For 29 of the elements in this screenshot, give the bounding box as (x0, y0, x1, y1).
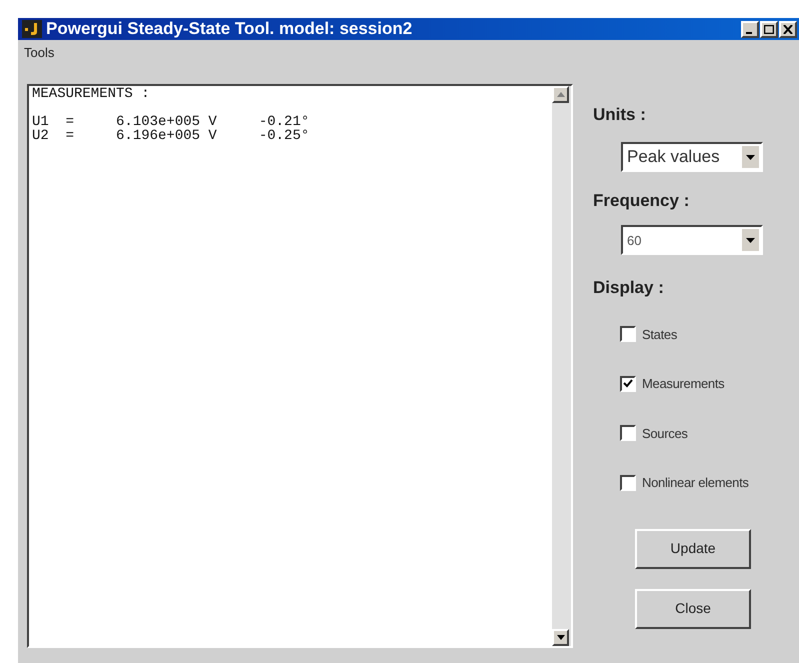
checkbox-label[interactable]: Measurements (642, 374, 724, 394)
units-label: Units : (593, 104, 647, 126)
checkbox-label[interactable]: States (642, 324, 678, 344)
checkbox[interactable] (620, 326, 636, 342)
checkbox-label[interactable]: Nonlinear elements (642, 473, 749, 492)
checkbox-label[interactable]: Sources (642, 424, 688, 443)
app-icon (22, 20, 42, 38)
output-line: U2 = 6.196e+005 V -0.25° (32, 129, 310, 143)
scrollbar[interactable] (552, 86, 571, 646)
maximize-icon[interactable] (760, 20, 778, 38)
frequency-dropdown[interactable]: 60 (621, 225, 763, 255)
units-dropdown[interactable]: Peak values (621, 142, 763, 172)
close-icon[interactable] (779, 20, 797, 38)
output-line: U1 = 6.103e+005 V -0.21° (32, 115, 310, 129)
checkbox[interactable] (620, 425, 636, 442)
output-text-area[interactable]: MEASUREMENTS : U1 = 6.103e+005 V -0.21° U2 = 6.196e+005 V -0.25° (27, 84, 573, 648)
scroll-down-icon[interactable] (552, 629, 569, 646)
display-label: Display : (593, 277, 665, 299)
window-title: Powergui Steady-State Tool. model: session2 (46, 18, 412, 40)
dialog-button[interactable]: Close (635, 588, 751, 628)
output-line: MEASUREMENTS : (32, 87, 151, 101)
minimize-icon[interactable] (741, 20, 759, 38)
checkbox[interactable] (620, 376, 636, 392)
checkmark-icon (623, 379, 633, 388)
frequency-label: Frequency : (593, 190, 690, 212)
scroll-up-icon[interactable] (552, 86, 569, 103)
checkbox[interactable] (620, 474, 636, 491)
menu-item[interactable]: Tools (23, 43, 56, 63)
dialog-button[interactable]: Update (635, 528, 751, 568)
